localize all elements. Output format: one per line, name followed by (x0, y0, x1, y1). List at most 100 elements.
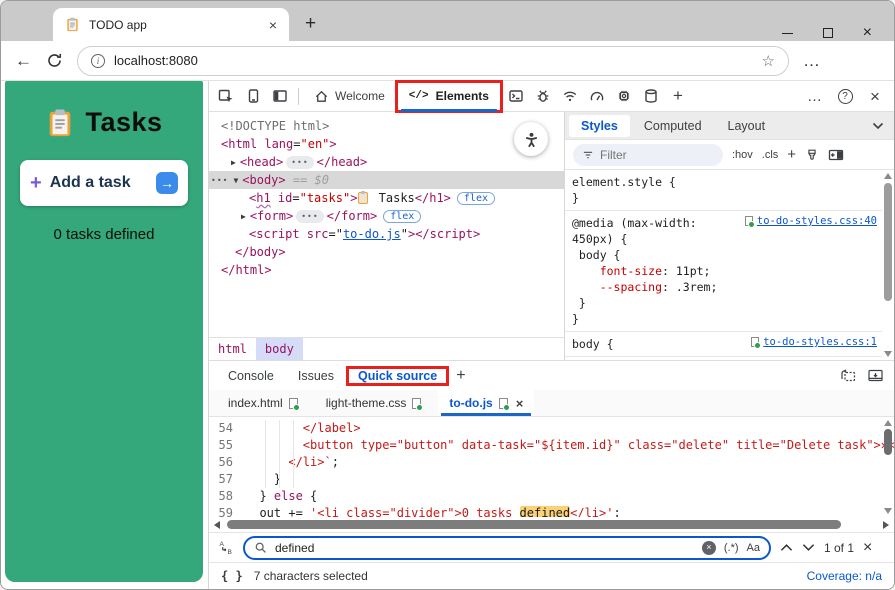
regex-toggle[interactable]: (.*) (724, 542, 739, 554)
close-file-icon[interactable]: × (516, 396, 524, 411)
submit-arrow-button[interactable]: → (156, 172, 178, 194)
new-tab-button[interactable]: + (305, 14, 316, 33)
storage-database-icon[interactable] (638, 83, 664, 109)
css-rule[interactable]: body {to-do-styles.css:1 (565, 332, 882, 357)
tab-console[interactable]: Console (217, 364, 285, 388)
scroll-thumb[interactable] (227, 520, 841, 529)
code-editor[interactable]: 54 </label> 55 <button type="button" data… (209, 417, 894, 517)
tab-light-theme-css[interactable]: light-theme.css (315, 390, 433, 416)
code-line[interactable]: 55 <button type="button" data-task="${it… (209, 437, 894, 454)
tab-elements[interactable]: </> Elements (396, 81, 502, 112)
breadcrumb-body[interactable]: body (255, 338, 303, 360)
site-info-icon[interactable]: i (91, 53, 105, 68)
line-number[interactable]: 58 (209, 488, 245, 505)
tab-quick-source[interactable]: Quick source (347, 364, 448, 388)
tab-layout[interactable]: Layout (716, 115, 778, 137)
address-bar[interactable]: i localhost:8080 ☆ (77, 45, 789, 76)
performance-gauge-icon[interactable] (584, 83, 610, 109)
tree-line[interactable]: <html lang = "en" > (209, 135, 564, 153)
tab-styles[interactable]: Styles (569, 114, 630, 137)
tree-line[interactable]: ▶ <form> ••• </form> flex (209, 207, 564, 225)
focus-sidebar-icon[interactable] (267, 83, 293, 109)
line-number[interactable]: 54 (209, 420, 245, 437)
tree-line[interactable]: </html> (209, 261, 564, 279)
minimize-icon[interactable] (781, 32, 793, 34)
devtools-close-icon[interactable]: × (862, 83, 888, 109)
stylesheet-link[interactable]: to-do-styles.css:40 (744, 215, 880, 228)
coverage-link[interactable]: Coverage: n/a (807, 569, 882, 583)
scroll-up-icon[interactable] (883, 420, 892, 426)
line-number[interactable]: 59 (209, 505, 245, 517)
code-line[interactable]: 58 } else { (209, 488, 894, 505)
tree-line[interactable]: < h1 id = "tasks" > Tasks </h1> flex (209, 189, 564, 207)
line-number[interactable]: 55 (209, 437, 245, 454)
tree-line[interactable]: </body> (209, 243, 564, 261)
scroll-thumb[interactable] (884, 183, 892, 301)
accessibility-person-icon[interactable] (514, 122, 548, 156)
tab-close-icon[interactable]: × (269, 18, 277, 32)
stylesheet-link[interactable]: to-do-styles.css:1 (751, 336, 880, 349)
tab-welcome[interactable]: Welcome (304, 81, 395, 112)
styles-scrollbar[interactable] (882, 170, 894, 360)
refresh-icon[interactable] (46, 52, 63, 69)
memory-chip-icon[interactable] (611, 83, 637, 109)
tree-line[interactable]: ▶ <head> ••• </head> (209, 153, 564, 171)
css-rule[interactable]: element.style {} (565, 170, 882, 211)
pseudo-hov-toggle[interactable]: :hov (732, 149, 753, 161)
debugger-bug-icon[interactable] (530, 83, 556, 109)
browser-tab[interactable]: TODO app × (53, 8, 289, 41)
match-case-toggle[interactable]: Aa (747, 542, 760, 554)
find-replace-icon[interactable]: AB (219, 540, 234, 555)
code-scrollbar[interactable] (881, 417, 894, 517)
scroll-down-icon[interactable] (883, 508, 892, 514)
chevron-down-icon[interactable] (872, 122, 890, 130)
toggle-sidebar-icon[interactable] (828, 148, 844, 162)
tab-to-do-js[interactable]: to-do.js × (438, 390, 535, 416)
styles-filter-input[interactable] (573, 143, 723, 166)
scroll-thumb[interactable] (883, 429, 892, 455)
previous-match-icon[interactable] (780, 543, 793, 552)
back-icon[interactable]: ← (15, 52, 32, 69)
next-match-icon[interactable] (802, 543, 815, 552)
search-input[interactable]: × (.*) Aa (243, 535, 771, 560)
tab-index-html[interactable]: index.html (217, 390, 309, 416)
line-number[interactable]: 57 (209, 471, 245, 488)
add-task-button[interactable]: + Add a task → (20, 160, 188, 206)
window-close-icon[interactable]: × (863, 25, 872, 41)
add-tool-icon[interactable]: + (665, 83, 691, 109)
breadcrumb-html[interactable]: html (209, 338, 256, 360)
maximize-icon[interactable] (822, 28, 833, 38)
tree-line[interactable]: <script src =" to-do.js " > </script> (209, 225, 564, 243)
favorite-star-icon[interactable]: ☆ (762, 52, 775, 70)
devtools-more-icon[interactable]: … (802, 83, 828, 109)
line-number[interactable]: 56 (209, 454, 245, 471)
new-rule-icon[interactable]: + (787, 147, 796, 162)
restore-panel-icon[interactable] (840, 368, 857, 383)
tab-issues[interactable]: Issues (287, 364, 345, 388)
code-line[interactable]: 59 out += '<li class="divider">0 tasks d… (209, 505, 894, 517)
device-emulation-icon[interactable] (240, 83, 266, 109)
close-find-icon[interactable]: × (863, 539, 876, 556)
format-brush-icon[interactable] (805, 148, 819, 162)
scroll-up-icon[interactable] (884, 173, 892, 179)
horizontal-scrollbar[interactable] (209, 517, 894, 532)
scroll-left-icon[interactable] (214, 520, 220, 529)
expand-panel-icon[interactable] (867, 368, 884, 383)
code-line[interactable]: 54 </label> (209, 420, 894, 437)
devtools-help-icon[interactable]: ? (832, 83, 858, 109)
tree-line[interactable]: ••• ▼ <body> == $0 (209, 171, 564, 189)
code-line[interactable]: 56 </li>`; (209, 454, 894, 471)
add-panel-icon[interactable]: + (456, 367, 465, 385)
inspect-element-icon[interactable] (213, 83, 239, 109)
tab-computed[interactable]: Computed (632, 115, 714, 137)
console-tool-icon[interactable] (503, 83, 529, 109)
cls-toggle[interactable]: .cls (762, 149, 779, 161)
scroll-right-icon[interactable] (883, 520, 889, 529)
tree-line[interactable]: <!DOCTYPE html> (209, 117, 564, 135)
clear-search-icon[interactable]: × (701, 540, 716, 555)
code-line[interactable]: 57 } (209, 471, 894, 488)
scroll-down-icon[interactable] (884, 351, 892, 357)
network-wifi-icon[interactable] (557, 83, 583, 109)
browser-menu-icon[interactable]: … (803, 51, 821, 71)
css-rule[interactable]: @media (max-width: to-do-styles.css:40 450… (565, 211, 882, 332)
